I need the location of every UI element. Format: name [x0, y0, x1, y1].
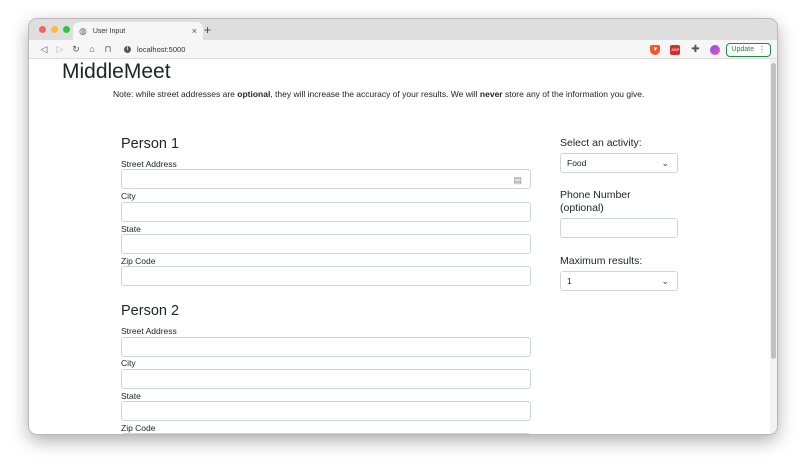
home-icon[interactable]: ⌂ — [84, 44, 100, 54]
reload-icon[interactable]: ↻ — [68, 44, 84, 55]
person2-title: Person 2 — [121, 303, 180, 319]
forward-icon[interactable]: ▷ — [52, 44, 68, 55]
person1-city-input[interactable] — [121, 202, 531, 222]
phone-input[interactable] — [560, 218, 678, 238]
minimize-window-button[interactable] — [51, 26, 58, 33]
close-icon[interactable]: × — [192, 26, 197, 36]
browser-tab[interactable]: ◍ User Input × — [73, 22, 203, 40]
scrollbar[interactable] — [770, 59, 777, 434]
person2-street-input[interactable] — [121, 337, 531, 357]
activity-label: Select an activity: — [560, 137, 642, 149]
person2-street-label: Street Address — [121, 326, 177, 336]
menu-icon: ⋮ — [758, 45, 766, 54]
close-window-button[interactable] — [39, 26, 46, 33]
globe-icon: ◍ — [79, 25, 87, 36]
person1-state-label: State — [121, 224, 141, 234]
person2-state-label: State — [121, 391, 141, 401]
profile-avatar[interactable] — [710, 44, 721, 55]
update-button[interactable]: Update ⋮ — [726, 42, 771, 57]
person1-zip-input[interactable] — [121, 266, 531, 286]
back-icon[interactable]: ◁ — [36, 44, 52, 55]
note-bold1: optional — [237, 89, 271, 99]
privacy-note: Note: while street addresses are optiona… — [113, 89, 644, 99]
phone-label-line2: (optional) — [560, 202, 604, 214]
puzzle-icon[interactable]: ✚ — [690, 44, 700, 55]
new-tab-button[interactable]: + — [204, 23, 211, 37]
phone-label-line1: Phone Number — [560, 189, 631, 201]
maximize-window-button[interactable] — [63, 26, 70, 33]
person1-zip-label: Zip Code — [121, 256, 156, 266]
person2-city-label: City — [121, 358, 136, 368]
activity-selected: Food — [567, 158, 587, 168]
title-bar: ◍ User Input × + — [29, 19, 777, 40]
extensions-area: ▾ ABP ✚ Update ⋮ — [640, 42, 771, 57]
max-results-select[interactable]: 1 ⌄ — [560, 271, 678, 291]
bookmark-icon[interactable]: ⊓ — [100, 44, 116, 55]
note-bold2: never — [479, 89, 503, 99]
url-text: localhost:5000 — [137, 44, 186, 54]
person2-city-input[interactable] — [121, 369, 531, 389]
person2-state-input[interactable] — [121, 401, 531, 421]
browser-window: ◍ User Input × + ◁ ▷ ↻ ⌂ ⊓ i localhost:5… — [29, 19, 777, 434]
address-card-icon[interactable]: ▤ — [513, 175, 522, 186]
chevron-down-icon: ⌄ — [661, 158, 669, 168]
person1-title: Person 1 — [121, 136, 180, 152]
activity-select[interactable]: Food ⌄ — [560, 153, 678, 173]
person2-zip-input[interactable] — [121, 433, 531, 434]
page-content: MiddleMeet Note: while street addresses … — [29, 59, 777, 434]
person2-zip-label: Zip Code — [121, 423, 156, 433]
person1-city-label: City — [121, 191, 136, 201]
person1-state-input[interactable] — [121, 234, 531, 254]
red-extension-icon[interactable]: ABP — [670, 44, 681, 55]
browser-toolbar: ◁ ▷ ↻ ⌂ ⊓ i localhost:5000 ▾ ABP ✚ Updat… — [29, 40, 777, 59]
max-results-selected: 1 — [567, 276, 572, 286]
note-part1: Note: while street addresses are — [113, 89, 238, 99]
max-results-label: Maximum results: — [560, 255, 643, 267]
info-icon[interactable]: i — [124, 45, 131, 53]
chevron-down-icon: ⌄ — [661, 276, 669, 286]
tab-title: User Input — [92, 27, 126, 35]
person1-street-input[interactable]: ▤ — [121, 169, 531, 189]
brand-title: MiddleMeet — [62, 60, 171, 83]
scroll-thumb[interactable] — [771, 63, 776, 359]
address-bar[interactable]: i localhost:5000 — [124, 45, 185, 54]
brave-icon[interactable]: ▾ — [650, 44, 661, 55]
update-label: Update — [731, 46, 754, 53]
note-part2: , they will increase the accuracy of you… — [270, 89, 480, 99]
note-part3: store any of the information you give. — [502, 89, 645, 99]
person1-street-label: Street Address — [121, 159, 177, 169]
